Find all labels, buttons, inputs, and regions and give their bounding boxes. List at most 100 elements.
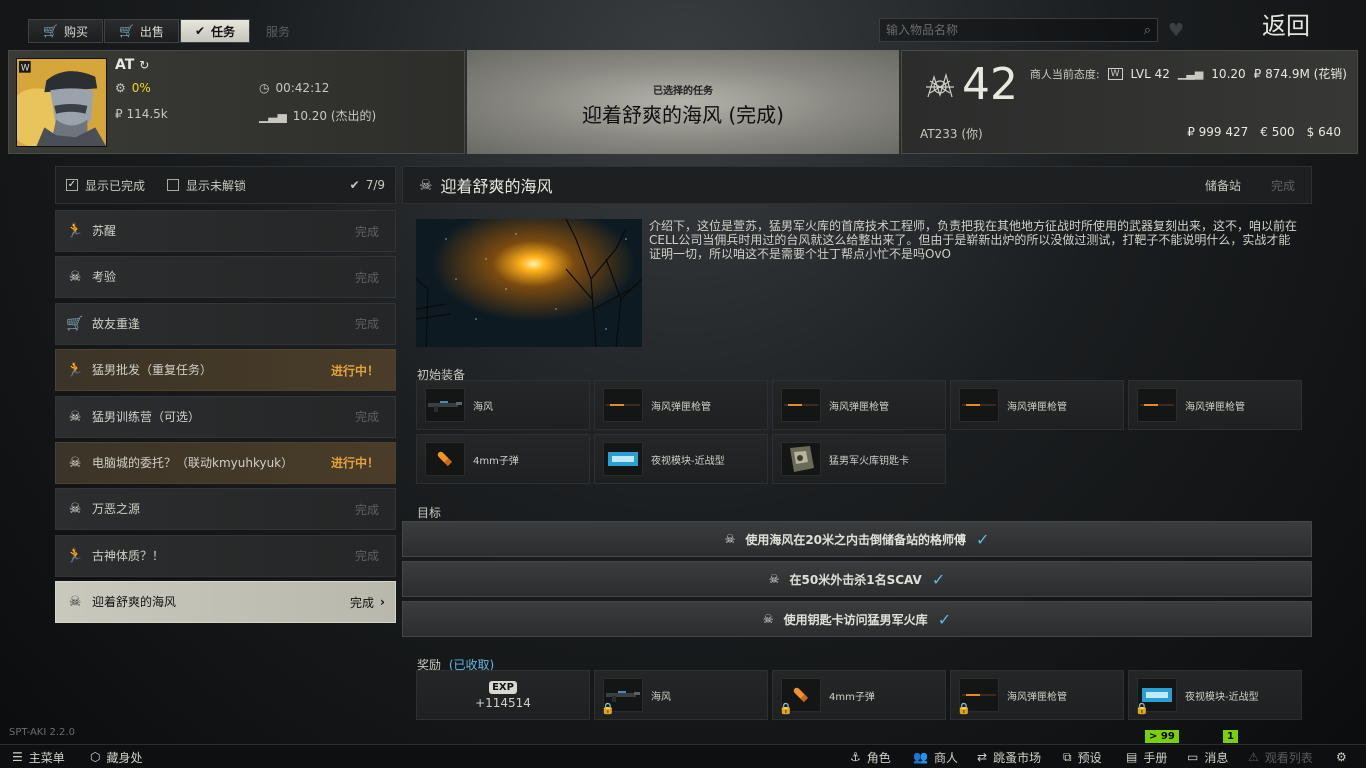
messages-badge: 1 — [1223, 730, 1238, 743]
tab-buy[interactable]: 🛒 购买 — [28, 19, 103, 43]
hideout-button[interactable]: ⬡ 藏身处 — [90, 745, 143, 768]
checkmark-icon: ✓ — [976, 529, 990, 549]
messages-button[interactable]: ▭ 消息 — [1187, 745, 1228, 768]
quest-location[interactable]: 储备站 — [1205, 177, 1241, 194]
objective-row: ☠ 使用海风在20米之内击倒储备站的格师傅 ✓ — [402, 521, 1312, 557]
chevron-right-icon: › — [380, 595, 385, 610]
quest-item[interactable]: ☠ 迎着舒爽的海风 完成 › — [55, 581, 396, 624]
quest-item[interactable]: 🏃 古神体质？！ 完成 — [55, 534, 396, 577]
starting-item[interactable]: 海风 — [416, 380, 590, 430]
traders-icon: 👥 — [913, 750, 928, 764]
item-name: 猛男军火库钥匙卡 — [829, 455, 909, 467]
barrel-icon — [1137, 388, 1177, 422]
skull-icon: ☠ — [68, 269, 82, 286]
sell-cart-icon: 🛒 — [118, 24, 134, 38]
quest-item-status: 完成 — [350, 595, 375, 610]
exp-value: +114514 — [475, 695, 531, 710]
lock-icon: 🔒 — [601, 702, 615, 715]
quest-description: 介绍下，这位是萱苏，猛男军火库的首席技术工程师，负责把我在其他地方征战时所使用的… — [649, 219, 1298, 261]
character-icon: ⚓ — [850, 750, 861, 764]
objective-row: ☠ 在50米外击杀1名SCAV ✓ — [402, 561, 1312, 597]
tab-sell[interactable]: 🛒 出售 — [103, 19, 179, 43]
quest-item[interactable]: 🛒 故友重逢 完成 — [55, 302, 396, 345]
money-usd: $ 640 — [1306, 125, 1341, 139]
skull-icon: ☠ — [419, 176, 433, 194]
search-box: ⌕ — [879, 18, 1158, 42]
show-completed-checkbox[interactable]: ✓ 显示已完成 — [66, 177, 145, 194]
quest-filter-bar: ✓ 显示已完成 显示未解锁 ✔ 7/9 — [55, 166, 396, 204]
starting-item[interactable]: 海风弹匣枪管 — [1128, 380, 1302, 430]
item-name: 海风弹匣枪管 — [1185, 401, 1245, 413]
quest-item-name: 迎着舒爽的海风 — [92, 595, 177, 610]
heart-icon[interactable]: ♥ — [1168, 20, 1184, 41]
item-name: 海风弹匣枪管 — [651, 401, 711, 413]
quest-item[interactable]: ☠ 考验 完成 — [55, 256, 396, 299]
reward-item[interactable]: 海风弹匣枪管 🔒 — [950, 670, 1124, 720]
starting-item[interactable]: 海风弹匣枪管 — [772, 380, 946, 430]
trader-name: AT233 (你) — [920, 127, 983, 141]
starting-item[interactable]: 4mm子弹 — [416, 434, 590, 484]
skull-icon: ☠ — [768, 572, 780, 586]
clock-icon: ◷ — [259, 81, 270, 95]
starting-item[interactable]: 海风弹匣枪管 — [950, 380, 1124, 430]
refresh-icon[interactable]: ↻ — [139, 58, 149, 72]
starting-item[interactable]: 海风弹匣枪管 — [594, 380, 768, 430]
traders-button[interactable]: 👥 商人 — [913, 745, 958, 768]
avatar: W — [16, 58, 107, 147]
search-icon[interactable]: ⌕ — [1144, 23, 1151, 38]
player-progress: 0% — [131, 81, 151, 95]
quest-item-name: 苏醒 — [92, 224, 117, 238]
player-time: 00:42:12 — [275, 81, 330, 95]
handbook-button[interactable]: ▤ 手册 — [1126, 745, 1167, 768]
check-circle-icon: ✔ — [349, 178, 360, 192]
quest-item[interactable]: ☠ 电脑城的委托？（联动kmyuhkyuk） 进行中！ — [55, 441, 396, 484]
quest-item-name: 猛男训练营（可选） — [92, 409, 201, 424]
starting-item[interactable]: 猛男军火库钥匙卡 — [772, 434, 946, 484]
running-man-icon: 🏃 — [66, 547, 84, 564]
hideout-icon: ⬡ — [90, 750, 101, 764]
tab-services[interactable]: 服务 — [251, 19, 305, 43]
main-menu-button[interactable]: ☰ 主菜单 — [12, 745, 65, 768]
trader-level: 42 — [962, 59, 1018, 110]
watchlist-button[interactable]: ⚠ 观看列表 — [1248, 745, 1313, 768]
presets-button[interactable]: ⧉ 预设 — [1063, 745, 1102, 768]
tab-tasks[interactable]: ✔ 任务 — [179, 19, 251, 43]
character-button[interactable]: ⚓ 角色 — [850, 745, 891, 768]
rifle-icon — [425, 388, 465, 422]
cart-icon: 🛒 — [66, 315, 84, 332]
settings-button[interactable]: ⚙ — [1336, 745, 1347, 768]
money-eur: € 500 — [1260, 125, 1295, 139]
barrel-icon — [781, 388, 821, 422]
quest-item[interactable]: ☠ 万恶之源 完成 — [55, 488, 396, 531]
trader-standing-value: 10.20 — [1211, 66, 1246, 81]
item-name: 海风弹匣枪管 — [1007, 691, 1067, 703]
player-name: AT — [115, 57, 135, 73]
quest-item[interactable]: 🏃 苏醒 完成 — [55, 210, 396, 252]
exp-reward[interactable]: EXP +114514 — [416, 670, 590, 720]
trader-lvl: LVL 42 — [1130, 66, 1170, 81]
reward-item[interactable]: 4mm子弹 🔒 — [772, 670, 946, 720]
back-button[interactable]: 返回 — [1262, 6, 1310, 41]
item-name: 夜视模块-近战型 — [651, 455, 725, 467]
money-rub: ₽ 999 427 — [1187, 125, 1249, 139]
messages-icon: ▭ — [1187, 750, 1199, 764]
quest-item[interactable]: 🏃 猛男批发（重复任务） 进行中！ — [55, 349, 396, 392]
reward-item[interactable]: 海风 🔒 — [594, 670, 768, 720]
quest-detail-header: ☠ 迎着舒爽的海风 储备站 完成 — [402, 166, 1312, 204]
top-tabs: 🛒 购买 🛒 出售 ✔ 任务 服务 — [28, 19, 306, 43]
show-locked-checkbox[interactable]: 显示未解锁 — [167, 177, 246, 194]
lock-icon: 🔒 — [1135, 702, 1149, 715]
quest-item[interactable]: ☠ 猛男训练营（可选） 完成 — [55, 395, 396, 438]
version-label: SPT-AKI 2.2.0 — [9, 727, 75, 738]
flea-market-button[interactable]: ⇄ 跳蚤市场 — [977, 745, 1041, 768]
flea-icon: ⇄ — [977, 750, 988, 764]
starting-item[interactable]: 夜视模块-近战型 — [594, 434, 768, 484]
quest-item-status: 完成 — [354, 224, 379, 239]
reward-item[interactable]: 夜视模块-近战型 🔒 — [1128, 670, 1302, 720]
selected-quest-panel: 已选择的任务 迎着舒爽的海风 (完成) — [467, 50, 899, 154]
objectives-list: ☠ 使用海风在20米之内击倒储备站的格师傅 ✓ ☠ 在50米外击杀1名SCAV ✓ ☠ 使用钥… — [402, 521, 1312, 641]
player-panel: W AT ↻ ⚙ 0% ◷ 00:42:12 ₽ 114.5k ▁▃▅ 10.20 (… — [8, 50, 465, 154]
search-input[interactable] — [886, 23, 1144, 37]
progress-icon: ⚙ — [115, 81, 126, 95]
barrel-icon — [603, 388, 643, 422]
